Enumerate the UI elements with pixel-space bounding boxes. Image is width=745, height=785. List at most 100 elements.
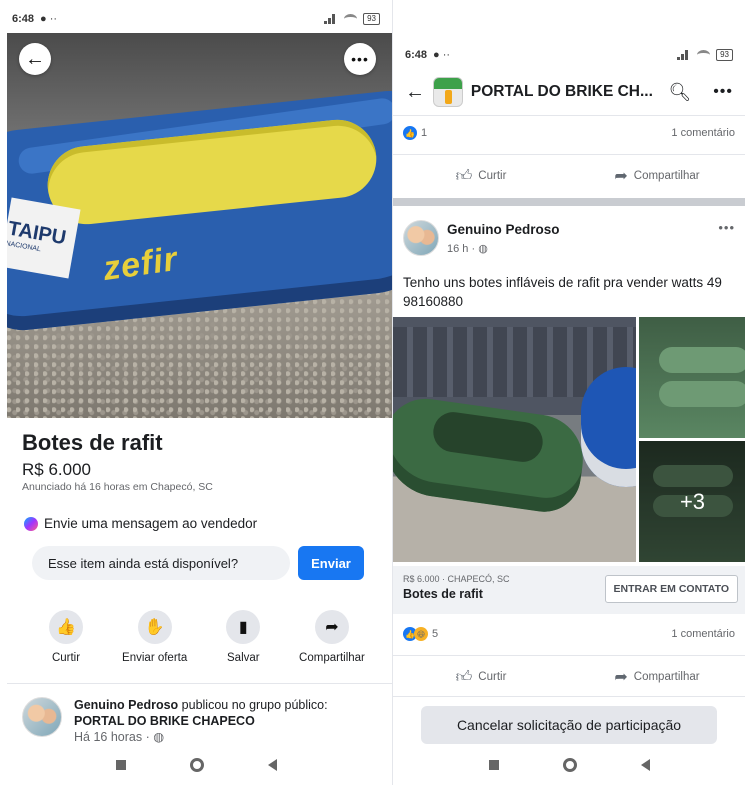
message-seller-heading: Envie uma mensagem ao vendedor xyxy=(24,516,257,531)
post-photo-3[interactable]: +3 xyxy=(639,441,745,562)
search-icon[interactable]: 🔍︎ xyxy=(668,82,691,103)
notification-icons: ● ·· xyxy=(433,49,451,61)
listing-meta: Anunciado há 16 horas em Chapecó, SC xyxy=(22,481,213,493)
thumbs-up-outline-icon: 👍︎ xyxy=(455,668,473,686)
nav-back-icon[interactable] xyxy=(640,759,650,771)
group-title[interactable]: PORTAL DO BRIKE CH... xyxy=(471,83,660,101)
group-name[interactable]: PORTAL DO BRIKE CHAPECO xyxy=(74,714,255,728)
listing-actions: 👍 Curtir ✋ Enviar oferta ▮ Salvar ➦ Comp… xyxy=(24,610,374,664)
signal-icon xyxy=(677,50,691,60)
share-action-label: Compartilhar xyxy=(299,652,365,664)
like-button[interactable]: 👍︎ Curtir xyxy=(393,167,569,186)
home-icon[interactable] xyxy=(562,758,577,772)
status-time: 6:48 xyxy=(12,13,35,25)
post-author[interactable]: Genuino Pedroso xyxy=(447,222,560,237)
group-thumbnail[interactable] xyxy=(433,77,463,107)
share-outline-icon: ➦ xyxy=(614,168,628,185)
divider xyxy=(7,683,392,684)
photo-boat-tube xyxy=(659,347,745,373)
group-post-verb: publicou no grupo público: xyxy=(178,698,328,712)
prev-post-actions: 👍︎ Curtir ➦ Compartilhar xyxy=(393,156,745,196)
listing-card[interactable]: R$ 6.000 · CHAPECÓ, SC Botes de rafit EN… xyxy=(393,566,745,614)
more-dots-icon[interactable]: ••• xyxy=(713,83,733,101)
android-nav-bar xyxy=(0,745,392,785)
battery-icon: 93 xyxy=(363,13,380,25)
offer-icon: ✋ xyxy=(137,610,172,644)
comment-count[interactable]: 1 comentário xyxy=(671,628,735,640)
more-dots-icon: ••• xyxy=(351,51,369,67)
author-name[interactable]: Genuino Pedroso xyxy=(74,698,178,712)
battery-icon: 93 xyxy=(716,49,733,61)
signal-icon xyxy=(324,14,338,24)
post-time: 16 h · ◍ xyxy=(447,242,488,255)
photo-blue-boat xyxy=(581,367,636,487)
globe-icon: ◍ xyxy=(478,243,488,255)
recent-apps-icon[interactable] xyxy=(488,760,499,770)
like-action-label: Curtir xyxy=(51,652,81,664)
send-button[interactable]: Enviar xyxy=(298,546,364,580)
group-header: ← PORTAL DO BRIKE CH... 🔍︎ ••• xyxy=(393,72,745,112)
avatar[interactable] xyxy=(403,220,439,256)
post-actions: 👍︎ Curtir ➦ Compartilhar xyxy=(393,657,745,697)
divider xyxy=(393,154,745,155)
more-photos-count: +3 xyxy=(639,441,745,562)
wifi-icon xyxy=(344,14,358,24)
more-options-button[interactable]: ••• xyxy=(344,43,376,75)
reaction-count: 1 xyxy=(421,127,428,139)
back-arrow-icon: ← xyxy=(25,47,45,70)
group-post-info: Genuino Pedroso publicou no grupo públic… xyxy=(74,697,384,745)
cancel-join-request-button[interactable]: Cancelar solicitação de participação xyxy=(421,706,717,744)
share-button[interactable]: ➦ Compartilhar xyxy=(569,667,745,687)
post-time-text: 16 h · xyxy=(447,243,479,255)
post-photo-main[interactable] xyxy=(393,317,636,562)
thumbs-up-icon: 👍 xyxy=(49,610,83,644)
post-more-icon[interactable]: ••• xyxy=(718,220,735,235)
send-offer-action[interactable]: ✋ Enviar oferta xyxy=(113,610,197,664)
nav-back-icon[interactable] xyxy=(267,759,277,771)
status-bar: 6:48 ● ·· 93 xyxy=(0,4,392,34)
status-time: 6:48 xyxy=(405,49,428,61)
listing-title: Botes de rafit xyxy=(22,430,163,455)
share-label: Compartilhar xyxy=(633,170,700,182)
bookmark-icon: ▮ xyxy=(226,610,261,644)
feed-separator xyxy=(393,198,745,206)
marketplace-listing-screen: 6:48 ● ·· 93 TAIPU NACIONAL zefir ← ••• B… xyxy=(0,0,392,785)
back-button[interactable]: ← xyxy=(19,43,51,75)
back-arrow-icon[interactable]: ← xyxy=(405,81,425,104)
share-icon: ➦ xyxy=(314,610,349,644)
like-label: Curtir xyxy=(478,170,507,182)
message-input[interactable] xyxy=(32,546,290,580)
home-icon[interactable] xyxy=(189,758,204,772)
avatar[interactable] xyxy=(22,697,62,737)
like-reaction-icon: 👍 xyxy=(403,126,417,140)
divider xyxy=(393,655,745,656)
globe-icon: ◍ xyxy=(153,730,165,744)
notification-icons: ● ·· xyxy=(40,13,58,25)
prev-post-reactions[interactable]: 👍 1 1 comentário xyxy=(393,126,745,140)
like-action[interactable]: 👍 Curtir xyxy=(24,610,108,664)
share-button[interactable]: ➦ Compartilhar xyxy=(569,166,745,186)
listing-photo[interactable]: TAIPU NACIONAL zefir ← ••• xyxy=(7,33,392,418)
reaction-count: 5 xyxy=(432,628,439,640)
listing-price: R$ 6.000 xyxy=(22,460,91,479)
haha-reaction-icon: 😆 xyxy=(414,627,428,641)
status-bar: 6:48 ● ·· 93 xyxy=(393,40,745,70)
divider xyxy=(393,115,745,116)
send-offer-label: Enviar oferta xyxy=(122,652,188,664)
android-nav-bar xyxy=(393,745,745,785)
share-action[interactable]: ➦ Compartilhar xyxy=(290,610,374,664)
contact-button[interactable]: ENTRAR EM CONTATO xyxy=(604,575,738,603)
save-action[interactable]: ▮ Salvar xyxy=(201,610,285,664)
card-meta: R$ 6.000 · CHAPECÓ, SC xyxy=(403,574,510,584)
thumbs-up-outline-icon: 👍︎ xyxy=(455,167,473,185)
recent-apps-icon[interactable] xyxy=(115,760,126,770)
comment-count[interactable]: 1 comentário xyxy=(671,127,735,139)
post-reactions[interactable]: 👍 😆 5 1 comentário xyxy=(393,627,745,641)
share-label: Compartilhar xyxy=(633,671,700,683)
like-label: Curtir xyxy=(478,671,507,683)
post-time: Há 16 horas · xyxy=(74,730,154,744)
post-photo-2[interactable] xyxy=(639,317,745,438)
group-feed-screen: 6:48 ● ·· 93 ← PORTAL DO BRIKE CH... 🔍︎ … xyxy=(392,0,745,785)
messenger-icon xyxy=(24,516,38,531)
like-button[interactable]: 👍︎ Curtir xyxy=(393,668,569,687)
